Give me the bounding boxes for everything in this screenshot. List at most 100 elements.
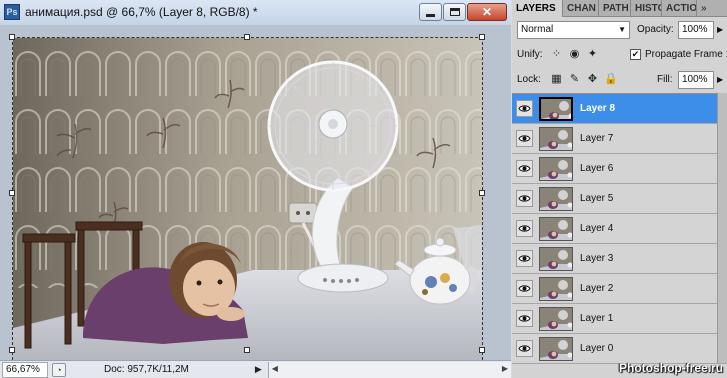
visibility-eye-icon[interactable] [516,310,533,327]
fill-slider-arrow-icon[interactable]: ▶ [717,75,723,84]
scroll-right-icon[interactable]: ▶ [502,364,508,373]
layer-thumbnail[interactable] [539,337,573,361]
photoshop-workspace: Ps анимация.psd @ 66,7% (Layer 8, RGB/8)… [0,0,727,378]
chevron-down-icon: ▼ [618,25,626,34]
layer-row[interactable]: Layer 7 [512,124,727,154]
transform-handle[interactable] [9,190,15,196]
visibility-eye-icon[interactable] [516,280,533,297]
transform-handle[interactable] [244,34,250,40]
blend-mode-value: Normal [521,24,554,35]
tab-channels[interactable]: CHAN [563,0,599,17]
layer-thumbnail[interactable] [539,97,573,121]
transform-handle[interactable] [479,190,485,196]
canvas-area[interactable] [0,25,511,375]
layer-row[interactable]: Layer 1 [512,304,727,334]
document-window: Ps анимация.psd @ 66,7% (Layer 8, RGB/8)… [0,0,511,378]
maximize-button[interactable] [443,3,466,21]
visibility-eye-icon[interactable] [516,220,533,237]
blend-row: Normal ▼ Opacity: 100% ▶ [512,18,727,42]
status-menu-arrow-icon[interactable]: ▶ [255,364,262,375]
close-button[interactable]: ✕ [467,3,507,21]
layer-name: Layer 6 [580,163,614,174]
maximize-icon [449,8,460,16]
lock-image-icon[interactable]: ✎ [568,73,581,86]
minimize-button[interactable] [419,3,442,21]
unify-visibility-icon[interactable]: ◉ [568,48,581,61]
lock-row: Lock: ▦ ✎ ✥ 🔒 Fill: 100% ▶ [512,68,727,92]
layer-row[interactable]: Layer 4 [512,214,727,244]
fill-field[interactable]: 100% [678,71,714,89]
tab-layers[interactable]: LAYERS [512,0,563,17]
visibility-eye-icon[interactable] [516,100,533,117]
transform-handle[interactable] [479,347,485,353]
propagate-frame-checkbox[interactable]: ✔ [630,49,641,60]
layer-thumbnail[interactable] [539,277,573,301]
layers-panel: LAYERS CHAN PATH HISTO ACTIO » Normal ▼ … [512,0,727,378]
horizontal-scrollbar[interactable]: ◀ ▶ [267,361,511,378]
layer-name: Layer 3 [580,253,614,264]
document-title: анимация.psd @ 66,7% (Layer 8, RGB/8) * [25,5,258,19]
photo-canvas[interactable] [13,38,482,374]
propagate-frame-label: Propagate Frame 1 [645,49,727,60]
panel-menu-icon[interactable]: » [697,0,707,16]
unify-label: Unify: [517,49,543,60]
lock-all-icon[interactable]: 🔒 [604,73,618,86]
fill-label: Fill: [657,74,673,85]
opacity-label: Opacity: [637,24,674,35]
layer-thumbnail[interactable] [539,217,573,241]
layer-name: Layer 7 [580,133,614,144]
transform-handle[interactable] [9,34,15,40]
panel-tabs: LAYERS CHAN PATH HISTO ACTIO » [512,0,727,17]
layer-list: Layer 8 Layer 7 Layer 6 Layer 5 Layer 4 Layer… [512,93,727,364]
watermark: Photoshop-free.ru [619,361,723,375]
layer-row[interactable]: Layer 6 [512,154,727,184]
visibility-eye-icon[interactable] [516,190,533,207]
layer-row[interactable]: Layer 0 [512,334,727,364]
layer-name: Layer 2 [580,283,614,294]
layer-thumbnail[interactable] [539,157,573,181]
visibility-eye-icon[interactable] [516,160,533,177]
layer-thumbnail[interactable] [539,127,573,151]
document-titlebar[interactable]: Ps анимация.psd @ 66,7% (Layer 8, RGB/8)… [0,0,511,25]
layer-thumbnail[interactable] [539,247,573,271]
unify-row: Unify: ⁘ ◉ ✦ ✔ Propagate Frame 1 [512,43,727,67]
layer-row[interactable]: Layer 2 [512,274,727,304]
layer-row[interactable]: Layer 3 [512,244,727,274]
minimize-icon [426,13,435,17]
visibility-eye-icon[interactable] [516,340,533,357]
lock-position-icon[interactable]: ✥ [586,73,599,86]
layer-thumbnail[interactable] [539,307,573,331]
status-bar: 66,67% ◔ Doc: 957,7K/11,2M ▶ ◀ ▶ [0,360,511,378]
transform-handle[interactable] [9,347,15,353]
unify-position-icon[interactable]: ⁘ [550,48,563,61]
document-size-info: Doc: 957,7K/11,2M [104,364,189,375]
blend-mode-select[interactable]: Normal ▼ [517,21,630,39]
layer-name: Layer 1 [580,313,614,324]
tab-paths[interactable]: PATH [599,0,631,17]
status-options-icon[interactable]: ◔ [52,362,66,377]
opacity-field[interactable]: 100% [678,21,714,39]
photo-image [13,38,482,374]
lock-label: Lock: [517,74,541,85]
layer-list-scrollbar[interactable] [717,93,727,363]
transform-handle[interactable] [244,347,250,353]
unify-style-icon[interactable]: ✦ [586,48,599,61]
transform-handle[interactable] [479,34,485,40]
layer-row[interactable]: Layer 8 [512,94,727,124]
scroll-left-icon[interactable]: ◀ [272,364,278,373]
layer-name: Layer 8 [580,103,616,114]
visibility-eye-icon[interactable] [516,130,533,147]
layer-thumbnail[interactable] [539,187,573,211]
zoom-level-field[interactable]: 66,67% [2,361,48,378]
layer-name: Layer 4 [580,223,614,234]
photoshop-app-icon: Ps [4,4,20,20]
opacity-slider-arrow-icon[interactable]: ▶ [717,25,723,34]
layer-name: Layer 0 [580,343,614,354]
lock-transparent-icon[interactable]: ▦ [550,73,563,86]
visibility-eye-icon[interactable] [516,250,533,267]
layer-name: Layer 5 [580,193,614,204]
layer-row[interactable]: Layer 5 [512,184,727,214]
tab-history[interactable]: HISTO [631,0,662,17]
tab-actions[interactable]: ACTIO [662,0,697,17]
window-controls: ✕ [419,3,507,21]
